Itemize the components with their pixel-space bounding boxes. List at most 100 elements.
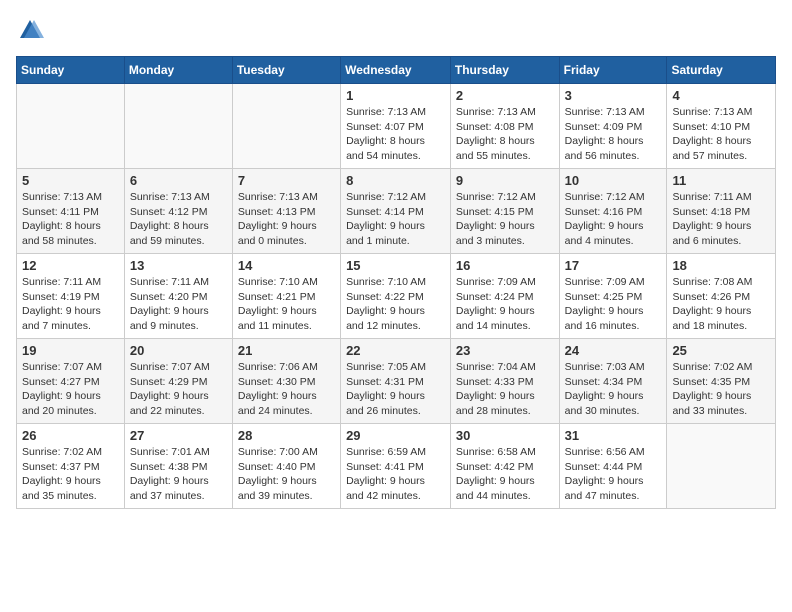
weekday-header-row: SundayMondayTuesdayWednesdayThursdayFrid… xyxy=(17,57,776,84)
day-number: 16 xyxy=(456,258,554,273)
calendar-cell: 4 Sunrise: 7:13 AM Sunset: 4:10 PM Daylig… xyxy=(667,84,776,169)
calendar-cell: 20 Sunrise: 7:07 AM Sunset: 4:29 PM Dayli… xyxy=(124,339,232,424)
day-info: Sunrise: 7:13 AM Sunset: 4:12 PM Dayligh… xyxy=(130,190,227,249)
day-number: 4 xyxy=(672,88,770,103)
day-number: 24 xyxy=(565,343,662,358)
calendar-cell: 24 Sunrise: 7:03 AM Sunset: 4:34 PM Dayli… xyxy=(559,339,667,424)
day-number: 8 xyxy=(346,173,445,188)
day-number: 12 xyxy=(22,258,119,273)
calendar-cell: 8 Sunrise: 7:12 AM Sunset: 4:14 PM Daylig… xyxy=(341,169,451,254)
day-number: 17 xyxy=(565,258,662,273)
day-info: Sunrise: 7:13 AM Sunset: 4:08 PM Dayligh… xyxy=(456,105,554,164)
calendar-cell: 15 Sunrise: 7:10 AM Sunset: 4:22 PM Dayli… xyxy=(341,254,451,339)
day-info: Sunrise: 6:56 AM Sunset: 4:44 PM Dayligh… xyxy=(565,445,662,504)
calendar-cell xyxy=(667,424,776,509)
calendar-cell: 16 Sunrise: 7:09 AM Sunset: 4:24 PM Dayli… xyxy=(450,254,559,339)
calendar-cell: 28 Sunrise: 7:00 AM Sunset: 4:40 PM Dayli… xyxy=(232,424,340,509)
day-info: Sunrise: 7:10 AM Sunset: 4:21 PM Dayligh… xyxy=(238,275,335,334)
weekday-header-thursday: Thursday xyxy=(450,57,559,84)
calendar-cell: 26 Sunrise: 7:02 AM Sunset: 4:37 PM Dayli… xyxy=(17,424,125,509)
day-number: 9 xyxy=(456,173,554,188)
calendar-cell: 13Sunrise: 7:11 AM Sunset: 4:20 PM Dayli… xyxy=(124,254,232,339)
calendar-week-row: 26 Sunrise: 7:02 AM Sunset: 4:37 PM Dayli… xyxy=(17,424,776,509)
day-info: Sunrise: 7:11 AM Sunset: 4:19 PM Dayligh… xyxy=(22,275,119,334)
calendar-cell: 19 Sunrise: 7:07 AM Sunset: 4:27 PM Dayli… xyxy=(17,339,125,424)
day-info: Sunrise: 7:12 AM Sunset: 4:15 PM Dayligh… xyxy=(456,190,554,249)
calendar-table: SundayMondayTuesdayWednesdayThursdayFrid… xyxy=(16,56,776,509)
day-info: Sunrise: 6:58 AM Sunset: 4:42 PM Dayligh… xyxy=(456,445,554,504)
day-info: Sunrise: 7:00 AM Sunset: 4:40 PM Dayligh… xyxy=(238,445,335,504)
day-number: 26 xyxy=(22,428,119,443)
calendar-cell: 18Sunrise: 7:08 AM Sunset: 4:26 PM Dayli… xyxy=(667,254,776,339)
day-info: Sunrise: 7:13 AM Sunset: 4:10 PM Dayligh… xyxy=(672,105,770,164)
day-info: Sunrise: 7:03 AM Sunset: 4:34 PM Dayligh… xyxy=(565,360,662,419)
day-info: Sunrise: 7:07 AM Sunset: 4:27 PM Dayligh… xyxy=(22,360,119,419)
calendar-cell: 9 Sunrise: 7:12 AM Sunset: 4:15 PM Daylig… xyxy=(450,169,559,254)
calendar-cell: 14Sunrise: 7:10 AM Sunset: 4:21 PM Dayli… xyxy=(232,254,340,339)
day-number: 22 xyxy=(346,343,445,358)
day-info: Sunrise: 7:06 AM Sunset: 4:30 PM Dayligh… xyxy=(238,360,335,419)
calendar-week-row: 19 Sunrise: 7:07 AM Sunset: 4:27 PM Dayli… xyxy=(17,339,776,424)
day-number: 5 xyxy=(22,173,119,188)
calendar-week-row: 5 Sunrise: 7:13 AM Sunset: 4:11 PM Daylig… xyxy=(17,169,776,254)
calendar-cell xyxy=(17,84,125,169)
day-number: 30 xyxy=(456,428,554,443)
calendar-cell: 29 Sunrise: 6:59 AM Sunset: 4:41 PM Dayli… xyxy=(341,424,451,509)
weekday-header-friday: Friday xyxy=(559,57,667,84)
day-info: Sunrise: 7:13 AM Sunset: 4:11 PM Dayligh… xyxy=(22,190,119,249)
calendar-cell xyxy=(232,84,340,169)
day-info: Sunrise: 7:07 AM Sunset: 4:29 PM Dayligh… xyxy=(130,360,227,419)
calendar-cell: 11 Sunrise: 7:11 AM Sunset: 4:18 PM Dayli… xyxy=(667,169,776,254)
calendar-cell: 10Sunrise: 7:12 AM Sunset: 4:16 PM Dayli… xyxy=(559,169,667,254)
day-number: 10 xyxy=(565,173,662,188)
calendar-cell: 21Sunrise: 7:06 AM Sunset: 4:30 PM Dayli… xyxy=(232,339,340,424)
day-info: Sunrise: 7:13 AM Sunset: 4:13 PM Dayligh… xyxy=(238,190,335,249)
weekday-header-saturday: Saturday xyxy=(667,57,776,84)
weekday-header-wednesday: Wednesday xyxy=(341,57,451,84)
day-info: Sunrise: 7:11 AM Sunset: 4:18 PM Dayligh… xyxy=(672,190,770,249)
day-info: Sunrise: 7:04 AM Sunset: 4:33 PM Dayligh… xyxy=(456,360,554,419)
day-info: Sunrise: 7:13 AM Sunset: 4:09 PM Dayligh… xyxy=(565,105,662,164)
day-info: Sunrise: 7:13 AM Sunset: 4:07 PM Dayligh… xyxy=(346,105,445,164)
page-header xyxy=(16,16,776,44)
calendar-cell: 27 Sunrise: 7:01 AM Sunset: 4:38 PM Dayli… xyxy=(124,424,232,509)
day-info: Sunrise: 7:10 AM Sunset: 4:22 PM Dayligh… xyxy=(346,275,445,334)
calendar-cell: 6 Sunrise: 7:13 AM Sunset: 4:12 PM Daylig… xyxy=(124,169,232,254)
day-number: 11 xyxy=(672,173,770,188)
day-info: Sunrise: 7:09 AM Sunset: 4:25 PM Dayligh… xyxy=(565,275,662,334)
day-number: 27 xyxy=(130,428,227,443)
day-info: Sunrise: 7:02 AM Sunset: 4:37 PM Dayligh… xyxy=(22,445,119,504)
day-number: 7 xyxy=(238,173,335,188)
day-number: 20 xyxy=(130,343,227,358)
day-number: 19 xyxy=(22,343,119,358)
day-info: Sunrise: 7:09 AM Sunset: 4:24 PM Dayligh… xyxy=(456,275,554,334)
day-info: Sunrise: 7:12 AM Sunset: 4:14 PM Dayligh… xyxy=(346,190,445,249)
day-number: 3 xyxy=(565,88,662,103)
day-info: Sunrise: 7:11 AM Sunset: 4:20 PM Dayligh… xyxy=(130,275,227,334)
day-number: 29 xyxy=(346,428,445,443)
day-number: 31 xyxy=(565,428,662,443)
calendar-cell: 22 Sunrise: 7:05 AM Sunset: 4:31 PM Dayli… xyxy=(341,339,451,424)
day-info: Sunrise: 7:08 AM Sunset: 4:26 PM Dayligh… xyxy=(672,275,770,334)
day-number: 28 xyxy=(238,428,335,443)
day-info: Sunrise: 7:01 AM Sunset: 4:38 PM Dayligh… xyxy=(130,445,227,504)
day-info: Sunrise: 7:05 AM Sunset: 4:31 PM Dayligh… xyxy=(346,360,445,419)
day-info: Sunrise: 6:59 AM Sunset: 4:41 PM Dayligh… xyxy=(346,445,445,504)
calendar-cell: 30 Sunrise: 6:58 AM Sunset: 4:42 PM Dayli… xyxy=(450,424,559,509)
calendar-cell: 31 Sunrise: 6:56 AM Sunset: 4:44 PM Dayli… xyxy=(559,424,667,509)
day-number: 6 xyxy=(130,173,227,188)
logo-icon xyxy=(16,16,44,44)
calendar-cell: 23 Sunrise: 7:04 AM Sunset: 4:33 PM Dayli… xyxy=(450,339,559,424)
calendar-cell: 17 Sunrise: 7:09 AM Sunset: 4:25 PM Dayli… xyxy=(559,254,667,339)
calendar-cell: 25Sunrise: 7:02 AM Sunset: 4:35 PM Dayli… xyxy=(667,339,776,424)
calendar-cell: 2Sunrise: 7:13 AM Sunset: 4:08 PM Daylig… xyxy=(450,84,559,169)
day-number: 15 xyxy=(346,258,445,273)
day-number: 23 xyxy=(456,343,554,358)
calendar-cell xyxy=(124,84,232,169)
calendar-cell: 5 Sunrise: 7:13 AM Sunset: 4:11 PM Daylig… xyxy=(17,169,125,254)
calendar-cell: 1Sunrise: 7:13 AM Sunset: 4:07 PM Daylig… xyxy=(341,84,451,169)
weekday-header-monday: Monday xyxy=(124,57,232,84)
weekday-header-sunday: Sunday xyxy=(17,57,125,84)
calendar-cell: 7 Sunrise: 7:13 AM Sunset: 4:13 PM Daylig… xyxy=(232,169,340,254)
day-info: Sunrise: 7:02 AM Sunset: 4:35 PM Dayligh… xyxy=(672,360,770,419)
